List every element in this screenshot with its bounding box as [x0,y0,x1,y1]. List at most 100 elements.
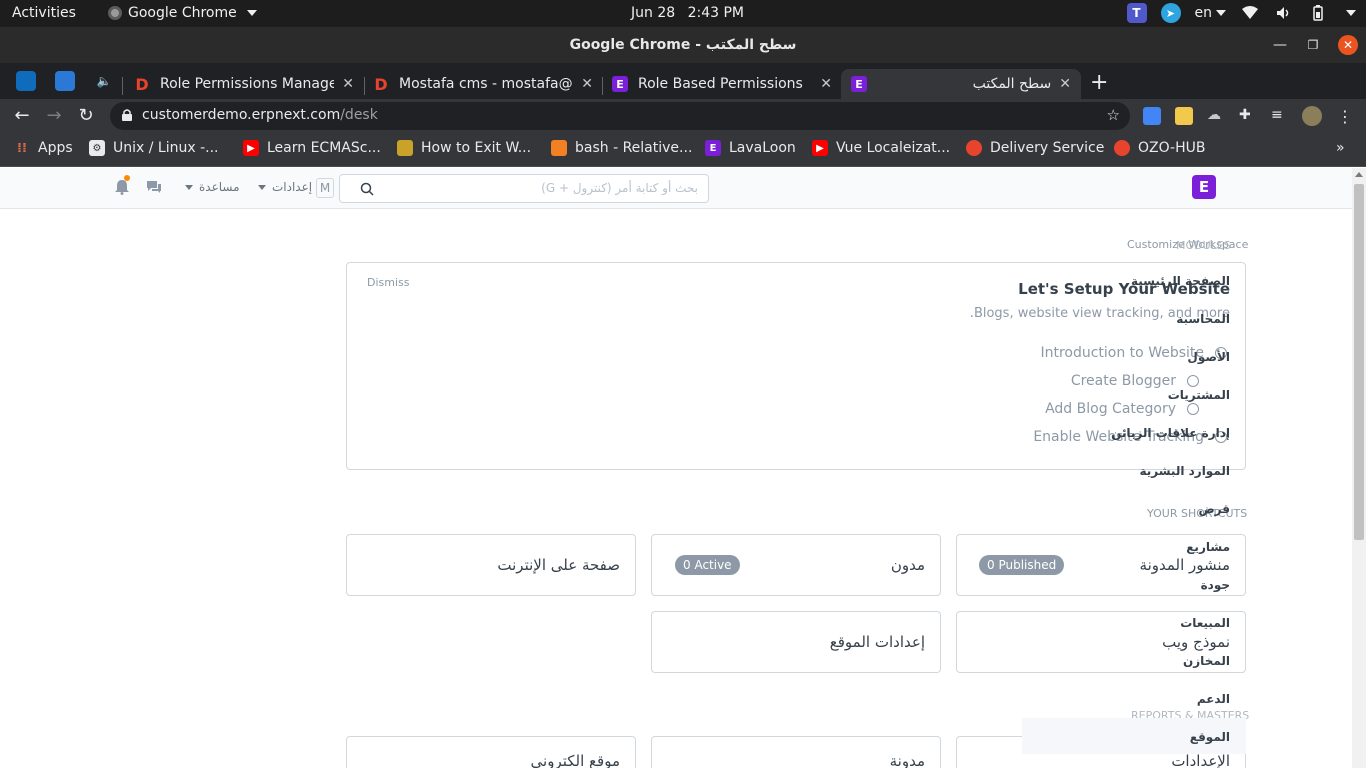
profile-avatar[interactable] [1302,106,1322,126]
telegram-icon[interactable]: ➤ [1160,3,1181,23]
close-window-button[interactable]: ✕ [1338,35,1358,55]
sidebar-item-accounting[interactable]: المحاسبة [1176,312,1230,326]
address-bar[interactable]: customerdemo.erpnext.com/desk ☆ [110,102,1130,130]
cube-icon [397,140,413,156]
more-bookmarks-icon[interactable]: » [1336,140,1345,156]
url-path: /desk [340,107,378,123]
sidebar-item-loan[interactable]: قرض [1199,502,1230,516]
scroll-up-icon[interactable] [1355,172,1363,177]
extensions-puzzle-icon[interactable]: ✚ [1239,107,1257,125]
report-name: الإعدادات [1171,752,1230,768]
chat-icon[interactable] [146,179,162,195]
forward-arrow-icon[interactable]: → [43,105,65,127]
tab-role-based-permissions[interactable]: E Role Based Permissions ✕ [602,69,842,99]
sidebar-item-support[interactable]: الدعم [1197,692,1230,706]
system-tray: T ➤ en [1126,3,1356,23]
language-selector[interactable]: en [1194,5,1226,21]
maximize-button[interactable]: ❐ [1303,35,1323,55]
sidebar-item-home[interactable]: الصفحة الرئيسية [1131,274,1230,288]
tab-strip: 🔈 D Role Permissions Manager ✕ D Mostafa… [0,63,1366,99]
sidebar-item-crm[interactable]: إدارة علاقات الزبائن [1111,426,1230,440]
close-tab-icon[interactable]: ✕ [581,76,593,92]
volume-icon[interactable] [1274,3,1294,23]
shortcut-card[interactable]: إعدادات الموقع [651,611,941,673]
clock[interactable]: Jun 28 2:43 PM [631,5,744,21]
help-label: مساعدة [199,180,240,194]
page-scrollbar[interactable] [1352,168,1366,768]
outlook-pinned-tab-icon[interactable] [16,71,36,91]
settings-label: إعدادات [272,180,313,194]
muted-pinned-tab-icon[interactable]: 🔈 [94,71,114,91]
bookmark-item[interactable]: How to Exit W... [397,140,531,156]
reload-icon[interactable]: ↻ [75,105,97,127]
tab-label: Mostafa cms - mostafa@e [399,76,574,92]
bookmark-label: Learn ECMASc... [267,140,381,156]
sidebar-item-quality[interactable]: جودة [1201,578,1230,592]
cloud-extension-icon[interactable]: ☁ [1207,107,1225,125]
sidebar-item-selling[interactable]: المبيعات [1180,616,1230,630]
app-menu[interactable]: Google Chrome [108,5,257,21]
scrollbar-thumb[interactable] [1354,184,1364,540]
close-tab-icon[interactable]: ✕ [342,76,354,92]
notes-extension-icon[interactable] [1175,107,1193,125]
chevron-down-icon [1216,10,1226,16]
ozo-icon [966,140,982,156]
bookmark-item[interactable]: ⁞⁞ Apps [14,140,73,156]
bookmark-item[interactable]: OZO-HUB [1114,140,1205,156]
bookmark-item[interactable]: ⚙ Unix / Linux -... [89,140,219,156]
chevron-down-icon [246,10,257,16]
vscode-pinned-tab-icon[interactable] [55,71,75,91]
report-name: موقع الكتروني [530,752,620,768]
sidebar-item-stock[interactable]: المخازن [1183,654,1230,668]
power-menu[interactable] [1342,5,1356,21]
tab-desk-active[interactable]: E سطح المكتب ✕ [841,69,1081,99]
bookmark-label: How to Exit W... [421,140,532,156]
sidebar-item-projects[interactable]: مشاريع [1186,540,1230,554]
new-tab-button[interactable]: + [1090,70,1108,95]
report-card[interactable]: مدونة [651,736,941,768]
shortcut-card[interactable]: مدون 0 Active [651,534,941,596]
settings-dropdown[interactable]: إعدادات [258,180,312,194]
battery-icon[interactable] [1308,3,1328,23]
linux-icon: ⚙ [89,140,105,156]
bookmark-star-icon[interactable]: ☆ [1107,106,1120,124]
teams-icon[interactable]: T [1126,3,1147,23]
close-tab-icon[interactable]: ✕ [820,76,832,92]
activities-button[interactable]: Activities [12,5,76,21]
erpnext-logo[interactable]: E [1192,175,1216,199]
shortcut-card[interactable]: صفحة على الإنترنت [346,534,636,596]
sidebar-item-buying[interactable]: المشتريات [1168,388,1230,402]
sidebar-item-assets[interactable]: الأصول [1187,350,1230,364]
bookmark-item[interactable]: bash - Relative... [551,140,692,156]
back-arrow-icon[interactable]: ← [11,105,33,127]
shortcut-key-badge: M [316,178,334,198]
report-card[interactable]: موقع الكتروني [346,736,636,768]
wifi-icon[interactable] [1240,3,1260,23]
onboarding-step[interactable]: Add Blog Category [1045,401,1199,417]
notification-bell-icon[interactable] [114,179,130,195]
bookmark-item[interactable]: ▶ Learn ECMASc... [243,140,381,156]
tab-mostafa-cms[interactable]: D Mostafa cms - mostafa@e ✕ [363,69,603,99]
minimize-button[interactable]: — [1270,35,1290,55]
report-name: مدونة [889,752,925,768]
system-top-bar: Activities Google Chrome Jun 28 2:43 PM … [0,0,1366,27]
sidebar-item-hr[interactable]: الموارد البشرية [1139,464,1230,478]
search-input[interactable]: بحث أو كتابة أمر (كنترول + G) [339,174,709,203]
bookmark-item[interactable]: ▶ Vue Localeizat... [812,140,950,156]
help-dropdown[interactable]: مساعدة [185,180,240,194]
tab-role-permissions-manager[interactable]: D Role Permissions Manager ✕ [124,69,364,99]
chevron-down-icon [185,184,193,190]
chrome-menu-icon[interactable]: ⋮ [1336,107,1354,126]
close-tab-icon[interactable]: ✕ [1059,76,1071,92]
sidebar-item-website[interactable]: الموقع [1190,730,1230,744]
google-translate-icon[interactable] [1143,107,1161,125]
youtube-icon: ▶ [243,140,259,156]
language-label: en [1194,5,1213,21]
bookmark-item[interactable]: E LavaLoon [705,140,796,156]
onboarding-step[interactable]: Create Blogger [1071,373,1199,389]
media-control-icon[interactable]: ≡ [1271,107,1289,125]
bookmark-item[interactable]: Delivery Service [966,140,1104,156]
count-badge: 0 Active [675,555,740,575]
dismiss-button[interactable]: Dismiss [367,276,410,289]
notification-dot [124,175,130,181]
